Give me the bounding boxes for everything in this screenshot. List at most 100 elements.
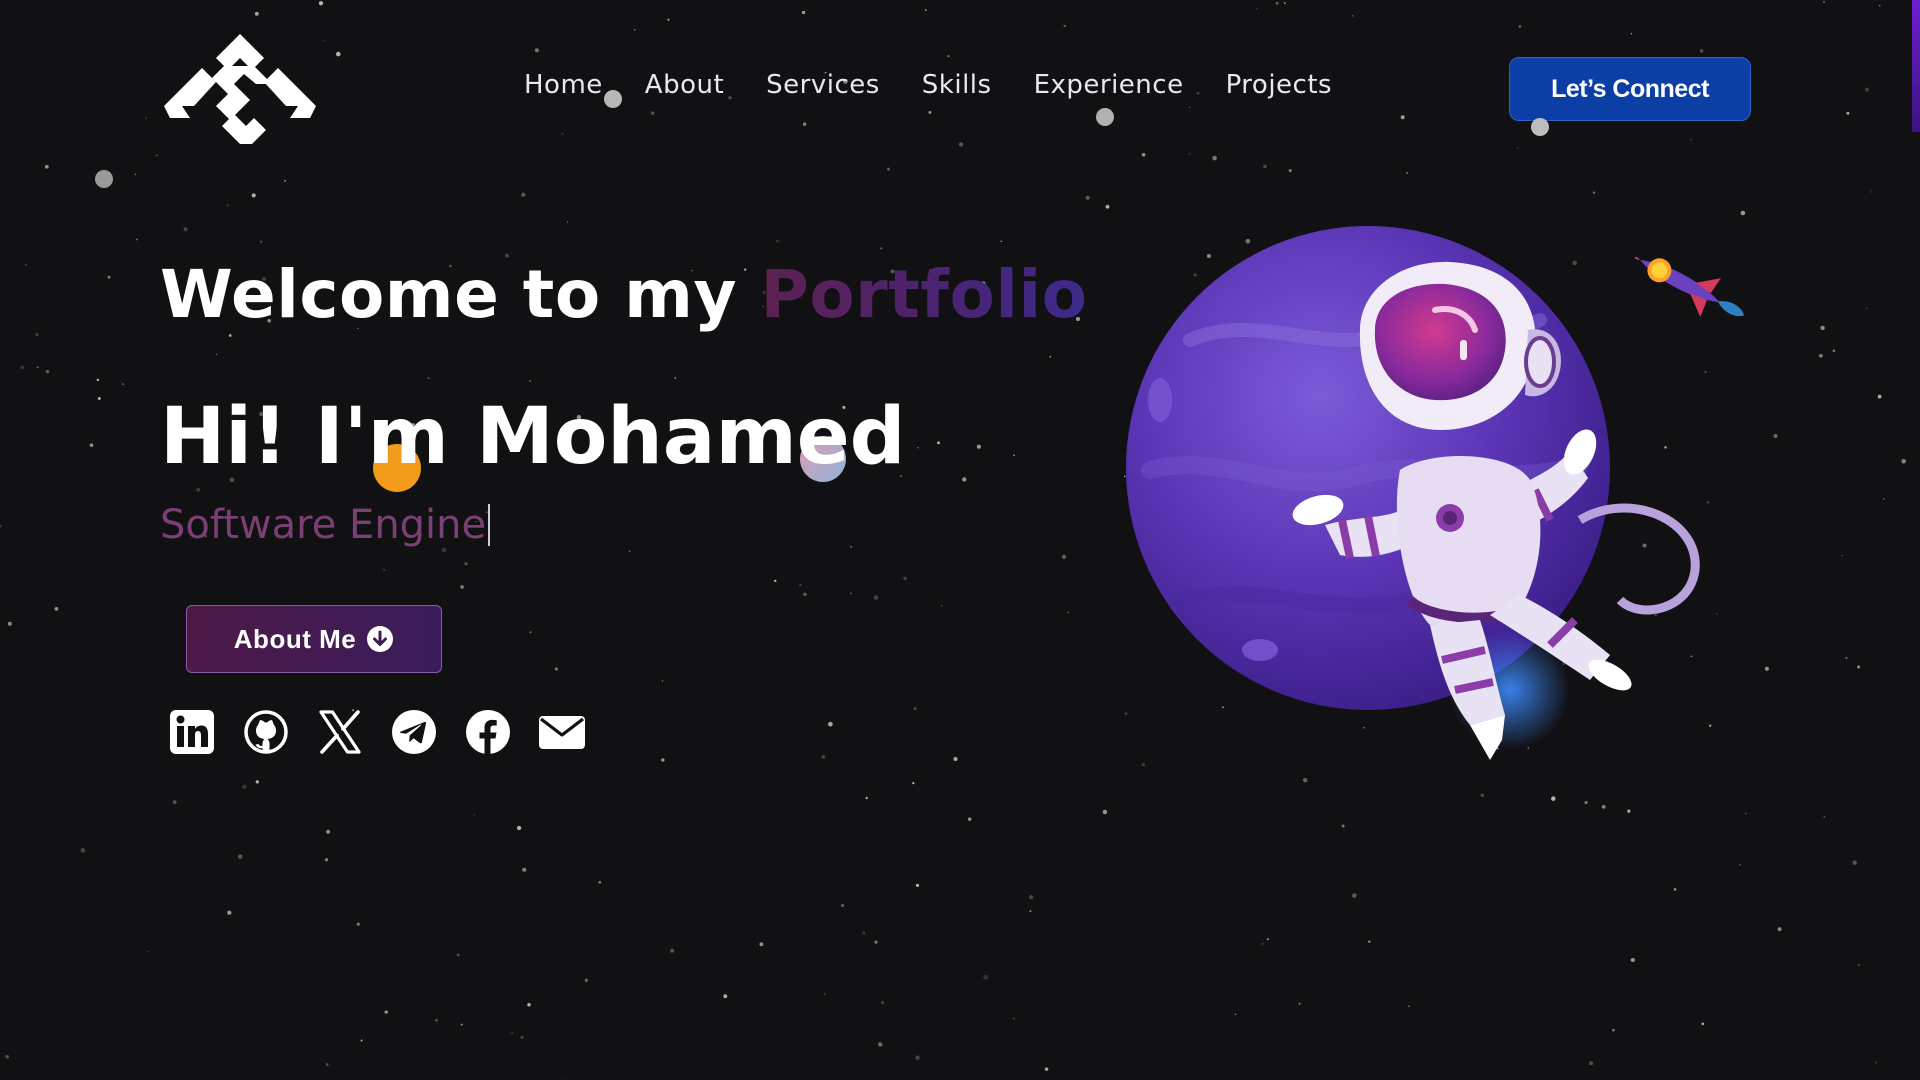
email-link[interactable]	[538, 707, 586, 757]
star	[850, 546, 852, 548]
star	[1739, 864, 1741, 866]
typing-caret	[488, 504, 491, 546]
star	[1263, 164, 1267, 169]
star	[1141, 152, 1146, 157]
star	[36, 366, 39, 369]
star	[633, 28, 636, 31]
star	[1744, 812, 1747, 815]
nav-experience[interactable]: Experience	[1034, 70, 1184, 100]
star	[947, 55, 950, 58]
star	[135, 238, 138, 241]
star	[1857, 665, 1861, 669]
star	[554, 667, 558, 671]
star	[915, 1055, 920, 1060]
about-me-button[interactable]: About Me	[186, 605, 442, 673]
lets-connect-button[interactable]: Let’s Connect	[1509, 57, 1751, 121]
star	[89, 443, 94, 448]
star	[107, 275, 111, 279]
star	[1288, 168, 1292, 173]
nav-about[interactable]: About	[645, 70, 724, 100]
star	[1298, 1002, 1301, 1005]
star	[383, 568, 386, 572]
nav-skills[interactable]: Skills	[922, 70, 992, 100]
star	[1870, 191, 1873, 193]
nav-services[interactable]: Services	[766, 70, 880, 100]
star	[1823, 815, 1826, 818]
typed-role-text: Software Engine	[160, 502, 491, 548]
star	[1866, 307, 1868, 310]
star	[1877, 394, 1882, 399]
star	[1883, 498, 1885, 500]
star	[1832, 349, 1836, 353]
star	[1188, 153, 1191, 155]
site-logo-icon[interactable]	[164, 32, 316, 144]
star	[940, 604, 943, 607]
star	[528, 379, 532, 383]
greeting-heading: Hi! I'm Mohamed	[160, 392, 906, 482]
star	[1819, 353, 1823, 358]
linkedin-link[interactable]	[168, 707, 216, 757]
telegram-link[interactable]	[390, 707, 438, 757]
star	[1627, 809, 1631, 813]
star	[865, 796, 868, 800]
github-link[interactable]	[242, 707, 290, 757]
star	[1234, 1013, 1237, 1016]
star	[1063, 24, 1066, 28]
star	[924, 9, 927, 12]
star	[1518, 25, 1522, 28]
star	[259, 240, 263, 244]
star	[1029, 910, 1032, 913]
star	[325, 1063, 329, 1066]
star	[255, 780, 259, 784]
star	[254, 11, 259, 16]
star	[1368, 940, 1371, 944]
star	[1351, 14, 1354, 17]
star	[435, 1019, 438, 1022]
star	[1773, 433, 1778, 438]
social-links	[168, 707, 586, 757]
star	[1690, 138, 1693, 141]
star	[0, 524, 2, 528]
star	[534, 48, 539, 53]
star	[251, 193, 256, 198]
star	[628, 550, 631, 552]
star	[473, 814, 475, 816]
star	[456, 953, 460, 957]
astronaut-planet-illustration	[1126, 226, 1745, 760]
star	[1044, 1067, 1049, 1071]
nav-home[interactable]: Home	[524, 70, 603, 100]
star	[527, 1002, 531, 1007]
star	[1874, 1061, 1878, 1064]
star	[45, 369, 50, 374]
star	[759, 942, 764, 947]
star	[661, 758, 665, 762]
star	[1029, 895, 1034, 900]
star	[242, 784, 247, 789]
star	[1085, 195, 1090, 200]
about-me-label: About Me	[233, 623, 357, 654]
mail-icon	[539, 716, 585, 749]
star	[172, 800, 177, 805]
scroll-progress-indicator	[1912, 0, 1920, 132]
star	[801, 10, 806, 15]
star	[823, 993, 826, 996]
x-link[interactable]	[316, 707, 364, 757]
star	[1013, 454, 1015, 457]
nav-projects[interactable]: Projects	[1226, 70, 1333, 100]
star	[324, 858, 329, 862]
star	[566, 221, 569, 223]
star	[145, 117, 148, 120]
floating-orb	[1531, 118, 1549, 136]
star	[323, 39, 325, 42]
star	[1845, 656, 1848, 660]
star	[1740, 210, 1746, 216]
star	[874, 940, 878, 944]
star	[441, 547, 447, 553]
star	[1188, 106, 1191, 109]
star	[1551, 796, 1556, 801]
role-text: Software Engine	[160, 502, 487, 548]
star	[1673, 888, 1677, 891]
star	[196, 487, 201, 492]
facebook-link[interactable]	[464, 707, 512, 757]
star	[227, 910, 232, 915]
